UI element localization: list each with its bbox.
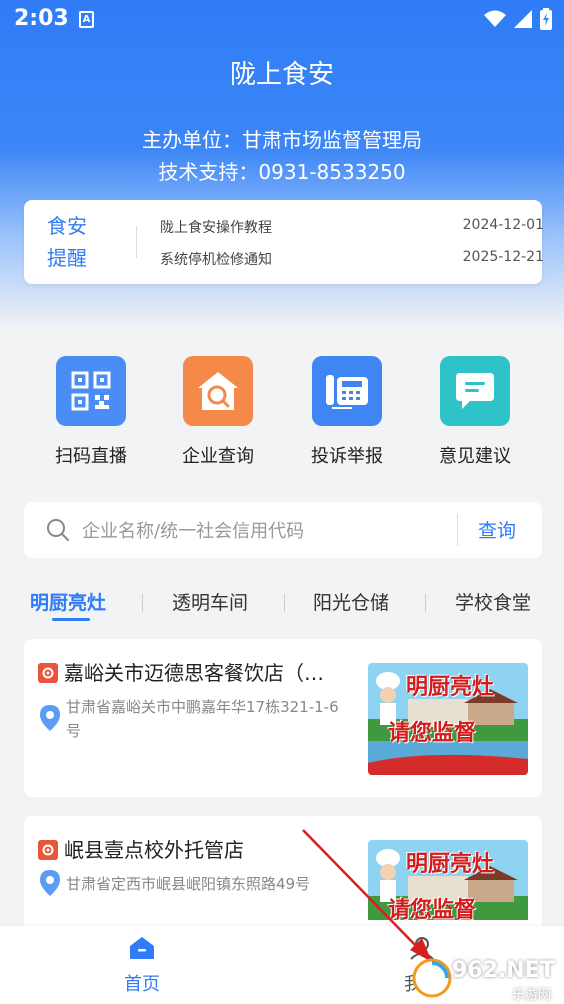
quick-action-label: 企业查询 xyxy=(182,446,254,467)
notice-card: 食安 提醒 陇上食安操作教程 2024-12-01 系统停机检修通知 2025-… xyxy=(24,200,544,284)
house-search-icon xyxy=(183,356,253,426)
site-watermark-logo: 962.NET 乐游网 xyxy=(412,958,560,1003)
thumbnail-text: 明厨亮灶 xyxy=(406,669,494,701)
notice-divider xyxy=(136,226,137,258)
location-pin-icon xyxy=(40,870,60,896)
nav-label: 首页 xyxy=(124,974,160,995)
thumbnail-line1: 明厨亮灶 xyxy=(406,852,495,877)
tab-divider xyxy=(425,594,426,612)
home-icon xyxy=(130,937,154,959)
search-input[interactable] xyxy=(82,514,452,548)
app-title: 陇上食安 xyxy=(229,60,334,90)
search-button[interactable]: 查询 xyxy=(478,516,516,543)
tab-sunshine-storage[interactable]: 阳光仓储 xyxy=(313,588,389,615)
company-search-button[interactable]: 企业查询 xyxy=(158,356,278,468)
thumbnail-line2: 请您监督 xyxy=(388,898,477,923)
support-line: 技术支持：0931-8533250 xyxy=(158,160,406,184)
store-logo-icon xyxy=(38,840,58,860)
location-pin-icon xyxy=(40,705,60,731)
notice-label: 食安 提醒 xyxy=(44,210,90,274)
fax-phone-icon xyxy=(312,356,382,426)
thumbnail-text-2: 请您监督 xyxy=(388,892,476,924)
quick-action-label: 扫码直播 xyxy=(55,446,127,467)
notice-title: 系统停机检修通知 xyxy=(160,252,272,268)
tab-divider xyxy=(284,594,285,612)
feedback-button[interactable]: 意见建议 xyxy=(415,356,535,468)
store-address: 甘肃省嘉峪关市中鹏嘉年华17栋321-1-6号 xyxy=(66,698,339,740)
complaint-button[interactable]: 投诉举报 xyxy=(287,356,407,468)
store-name: 岷县壹点校外托管店 xyxy=(64,838,244,862)
tab-divider xyxy=(142,594,143,612)
store-logo-icon xyxy=(38,663,58,683)
header-info: 主办单位：甘肃市场监督管理局 技术支持：0931-8533250 xyxy=(0,124,564,188)
notice-item[interactable]: 系统停机检修通知 2025-12-21 xyxy=(160,249,544,269)
search-divider xyxy=(457,514,458,546)
notice-date: 2024-12-01 xyxy=(462,217,544,233)
tab-bright-kitchen[interactable]: 明厨亮灶 xyxy=(30,588,106,615)
scan-live-button[interactable]: 扫码直播 xyxy=(31,356,151,468)
kitchen-thumbnail[interactable]: 明厨亮灶 请您监督 xyxy=(368,663,528,775)
battery-icon xyxy=(540,8,552,30)
thumbnail-line1: 明厨亮灶 xyxy=(406,675,495,700)
status-time: 2:03 xyxy=(14,6,69,31)
nav-home[interactable]: 首页 xyxy=(82,936,202,996)
qr-code-icon xyxy=(56,356,126,426)
chat-bubble-icon xyxy=(440,356,510,426)
watermark-subtext: 乐游网 xyxy=(512,988,552,1003)
thumbnail-line2: 请您监督 xyxy=(388,721,477,746)
notice-label-line1: 食安 xyxy=(47,214,87,238)
category-tabs: 明厨亮灶 透明车间 阳光仓储 学校食堂 xyxy=(0,572,564,628)
search-bar: 查询 xyxy=(24,502,542,558)
sponsor-line: 主办单位：甘肃市场监督管理局 xyxy=(142,128,422,152)
tab-school-canteen[interactable]: 学校食堂 xyxy=(455,588,531,615)
watermark-text: 962.NET xyxy=(452,958,555,983)
notice-title: 陇上食安操作教程 xyxy=(160,220,272,236)
store-name: 嘉峪关市迈德思客餐饮店（… xyxy=(64,661,324,685)
quick-actions: 扫码直播 企业查询 投诉举报 意见建议 xyxy=(0,356,564,468)
tab-transparent-workshop[interactable]: 透明车间 xyxy=(172,588,248,615)
quick-action-label: 意见建议 xyxy=(439,446,511,467)
status-bar: 2:03 A xyxy=(0,0,564,40)
list-item[interactable]: 嘉峪关市迈德思客餐饮店（… 甘肃省嘉峪关市中鹏嘉年华17栋321-1-6号 明厨… xyxy=(24,639,542,797)
thumbnail-text: 明厨亮灶 xyxy=(406,846,494,878)
thumbnail-text-2: 请您监督 xyxy=(388,715,476,747)
active-tab-indicator xyxy=(52,618,90,621)
notice-item[interactable]: 陇上食安操作教程 2024-12-01 xyxy=(160,217,544,237)
wifi-icon xyxy=(484,10,506,27)
search-icon xyxy=(47,519,69,541)
quick-action-label: 投诉举报 xyxy=(311,446,383,467)
profile-icon xyxy=(410,937,434,960)
notice-date: 2025-12-21 xyxy=(462,249,544,265)
store-address: 甘肃省定西市岷县岷阳镇东照路49号 xyxy=(66,875,311,893)
notice-label-line2: 提醒 xyxy=(47,246,87,270)
notification-a-icon: A xyxy=(79,11,94,28)
signal-icon xyxy=(514,10,532,28)
